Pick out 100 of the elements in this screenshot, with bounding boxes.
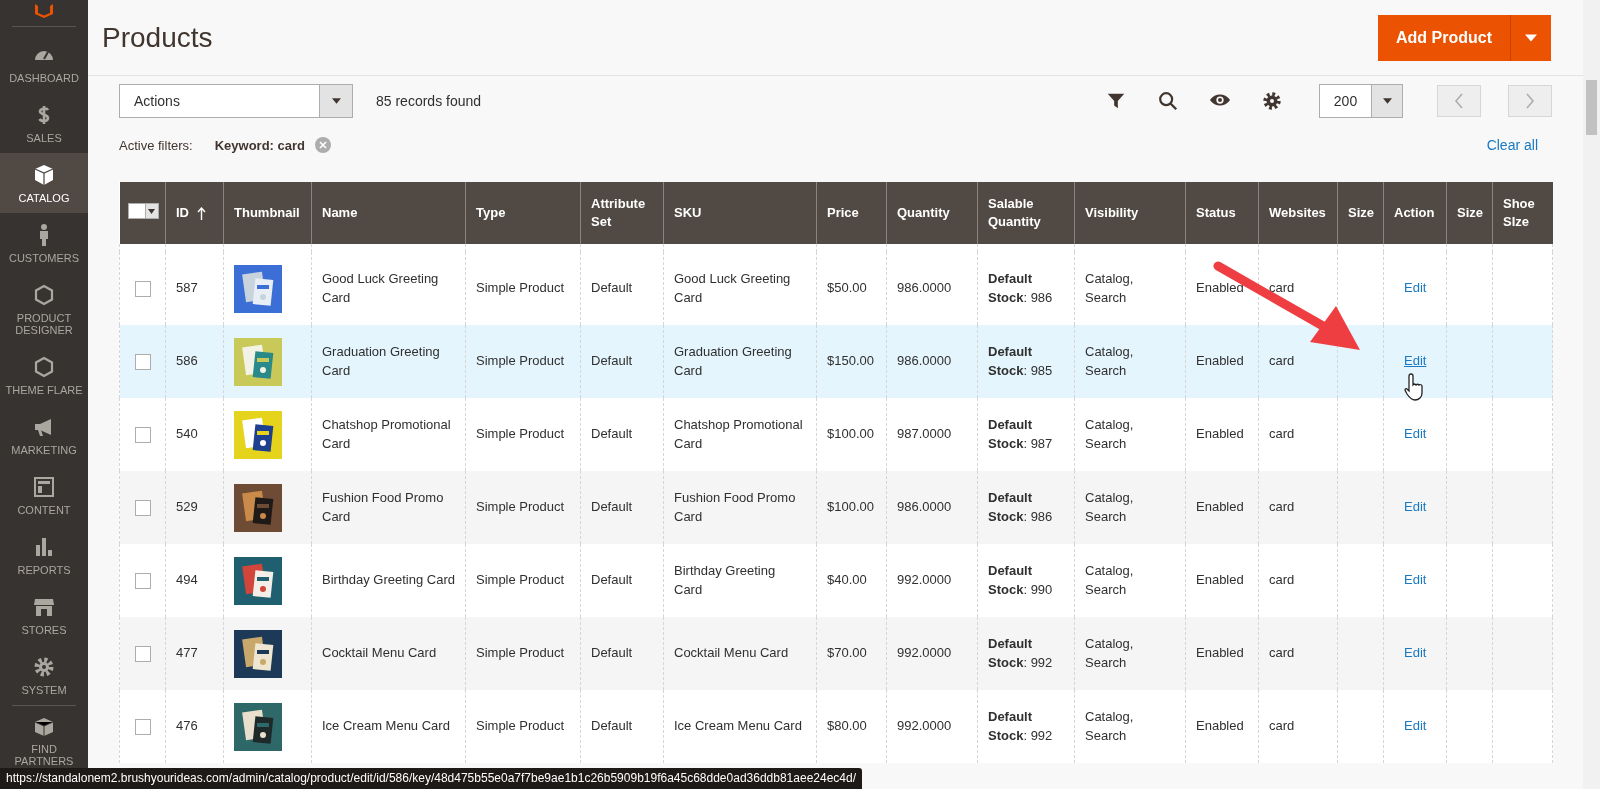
table-cell: Graduation Greeting Card — [311, 325, 466, 398]
table-cell: Enabled — [1185, 617, 1259, 690]
sidebar-item[interactable]: THEME FLARE — [0, 345, 88, 405]
edit-link[interactable]: Edit — [1404, 645, 1427, 661]
remove-filter-icon[interactable] — [315, 137, 331, 153]
column-header[interactable]: ID — [165, 182, 224, 244]
filter-keyword: Keyword: card — [214, 137, 305, 153]
records-count: 85 records found — [376, 93, 482, 109]
hexagon-icon — [32, 283, 56, 307]
row-checkbox[interactable] — [134, 280, 151, 297]
table-cell: Ice Cream Menu Card — [311, 690, 466, 763]
edit-link[interactable]: Edit — [1404, 718, 1427, 734]
table-cell: Simple Product — [465, 471, 581, 544]
search-icon[interactable] — [1157, 90, 1179, 112]
sidebar-item[interactable]: REPORTS — [0, 525, 88, 585]
edit-link[interactable]: Edit — [1404, 426, 1427, 442]
table-cell: Default — [580, 325, 664, 398]
column-header[interactable]: Websites — [1258, 182, 1338, 244]
column-header[interactable]: Attribute Set — [580, 182, 664, 244]
row-checkbox[interactable] — [134, 645, 151, 662]
next-page-button[interactable] — [1508, 85, 1552, 117]
table-cell: 476 — [165, 690, 224, 763]
table-cell: Fushion Food Promo Card — [663, 471, 817, 544]
logo-icon[interactable] — [32, 4, 56, 18]
column-header[interactable]: SKU — [663, 182, 817, 244]
column-header[interactable]: Status — [1185, 182, 1259, 244]
sidebar-item[interactable]: CATALOG — [0, 153, 88, 213]
filters-label: Active filters: — [119, 137, 193, 153]
row-checkbox[interactable] — [134, 718, 151, 735]
sidebar-item[interactable]: FIND PARTNERS — [12, 705, 76, 767]
table-cell: card — [1258, 617, 1338, 690]
edit-link[interactable]: Edit — [1404, 572, 1427, 588]
table-cell: Catalog, Search — [1074, 471, 1186, 544]
table-cell: Default Stock: 992 — [977, 690, 1075, 763]
table-cell: card — [1258, 471, 1338, 544]
table-cell: Enabled — [1185, 690, 1259, 763]
caret-icon — [1382, 98, 1392, 104]
column-header[interactable]: Size — [1446, 182, 1493, 244]
chevron-right-icon — [1525, 93, 1535, 109]
column-header[interactable]: Type — [465, 182, 581, 244]
column-header[interactable]: Price — [816, 182, 887, 244]
table-cell: Cocktail Menu Card — [663, 617, 817, 690]
per-page-select[interactable]: 200 — [1319, 84, 1403, 118]
settings-icon[interactable] — [1261, 90, 1283, 112]
link-url-tooltip: https://standalonem2.brushyourideas.com/admin/catalog/product/edit/id/586/key/48d475b55e0a7f7be9ae1b1c26b5909b19f6a45c68dde0ad36ddb81aee24ec4d/ — [0, 768, 862, 789]
table-cell: 986.0000 — [886, 471, 978, 544]
gear-icon — [32, 655, 56, 679]
table-cell: Default — [580, 690, 664, 763]
caret-icon — [148, 208, 155, 214]
mass-select[interactable] — [127, 203, 159, 220]
table-cell: 477 — [165, 617, 224, 690]
column-header[interactable]: Name — [311, 182, 466, 244]
actions-select[interactable]: Actions — [119, 84, 353, 118]
column-header[interactable]: Quantity — [886, 182, 978, 244]
column-header[interactable]: Salable Quantity — [977, 182, 1075, 244]
hexagon-icon — [32, 355, 56, 379]
table-cell: Graduation Greeting Card — [663, 325, 817, 398]
sidebar-item[interactable]: PRODUCT DESIGNER — [0, 273, 88, 345]
table-cell: Simple Product — [465, 690, 581, 763]
hand-cursor-icon — [1404, 372, 1426, 402]
table-cell: Enabled — [1185, 471, 1259, 544]
previous-page-button[interactable] — [1437, 85, 1481, 117]
sidebar-item[interactable]: CONTENT — [0, 465, 88, 525]
column-header[interactable]: Visibility — [1074, 182, 1186, 244]
row-checkbox[interactable] — [134, 426, 151, 443]
row-checkbox[interactable] — [134, 572, 151, 589]
page-title: Products — [102, 21, 213, 54]
sidebar-item[interactable]: CUSTOMERS — [0, 213, 88, 273]
scrollbar[interactable] — [1583, 0, 1600, 789]
column-header[interactable]: Size — [1337, 182, 1384, 244]
row-checkbox[interactable] — [134, 353, 151, 370]
edit-link[interactable]: Edit — [1404, 499, 1427, 515]
box-icon — [32, 163, 56, 187]
table-cell: 992.0000 — [886, 690, 978, 763]
table-cell: Default Stock: 985 — [977, 325, 1075, 398]
layout-icon — [32, 475, 56, 499]
clear-all-link[interactable]: Clear all — [1486, 137, 1538, 153]
table-cell: Default — [580, 471, 664, 544]
column-header[interactable]: Action — [1383, 182, 1447, 244]
add-product-button[interactable]: Add Product — [1378, 14, 1551, 61]
table-cell: Catalog, Search — [1074, 325, 1186, 398]
sidebar-item[interactable]: MARKETING — [0, 405, 88, 465]
table-cell: Enabled — [1185, 325, 1259, 398]
sidebar-item[interactable]: DASHBOARD — [0, 33, 88, 93]
table-cell: Simple Product — [465, 325, 581, 398]
table-cell: $100.00 — [816, 471, 887, 544]
column-header[interactable]: Thumbnail — [223, 182, 312, 244]
table-cell: Catalog, Search — [1074, 617, 1186, 690]
table-cell: 529 — [165, 471, 224, 544]
caret-icon — [331, 98, 341, 104]
table-cell: $80.00 — [816, 690, 887, 763]
edit-link[interactable]: Edit — [1404, 280, 1427, 296]
sidebar-item[interactable]: STORES — [0, 585, 88, 645]
row-checkbox[interactable] — [134, 499, 151, 516]
caret-icon — [1525, 33, 1537, 42]
sidebar-item[interactable]: SALES — [0, 93, 88, 153]
table-cell: Default Stock: 992 — [977, 617, 1075, 690]
column-header[interactable]: Shoe SIze — [1492, 182, 1553, 244]
edit-link[interactable]: Edit — [1404, 353, 1427, 369]
sidebar-item[interactable]: SYSTEM — [0, 645, 88, 705]
